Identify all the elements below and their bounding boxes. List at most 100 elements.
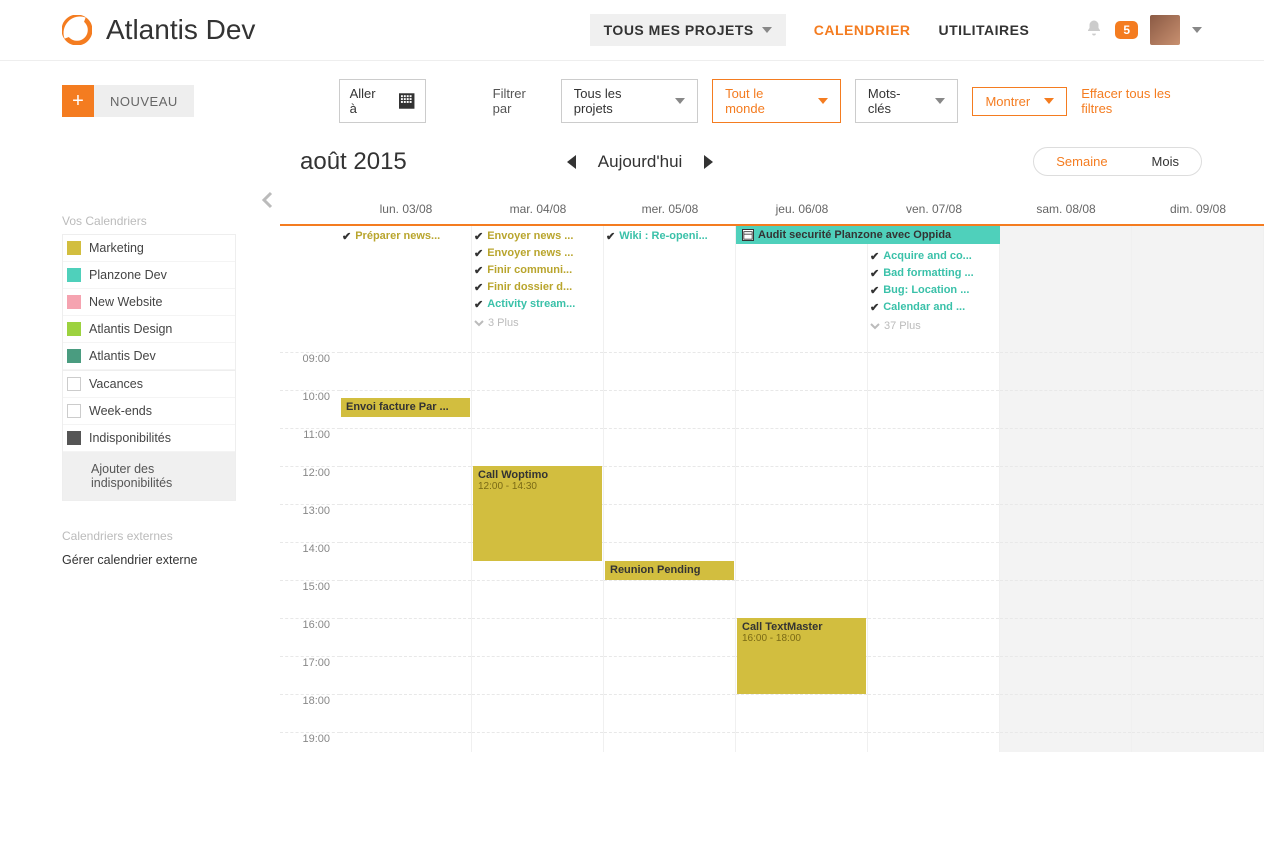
calendar-event[interactable]: Call Woptimo12:00 - 14:30	[473, 466, 602, 561]
day-header: lun. 03/08	[340, 194, 472, 224]
avatar[interactable]	[1150, 15, 1180, 45]
time-label: 12:00	[280, 466, 340, 504]
sidebar-item-label: Marketing	[89, 241, 144, 255]
calendar-subbar: août 2015 Aujourd'hui Semaine Mois	[0, 141, 1264, 194]
allday-task[interactable]: ✔Préparer news...	[342, 228, 469, 245]
allday-cell[interactable]: ✔Acquire and co...✔Bad formatting ...✔Bu…	[868, 226, 1000, 352]
swatch-icon	[67, 377, 81, 391]
sidebar-item-weekends[interactable]: Week-ends	[63, 398, 235, 425]
allday-task[interactable]: ✔Envoyer news ...	[474, 245, 601, 262]
external-calendars-section: Calendriers externes Gérer calendrier ex…	[62, 529, 236, 571]
allday-task[interactable]: ✔Bad formatting ...	[870, 265, 997, 282]
bell-icon[interactable]	[1085, 19, 1103, 42]
check-icon: ✔	[474, 281, 483, 294]
external-calendars-title: Calendriers externes	[62, 529, 236, 543]
allday-task[interactable]: ✔Bug: Location ...	[870, 282, 997, 299]
add-unavailability-button[interactable]: Ajouter des indisponibilités	[63, 452, 235, 500]
time-column[interactable]	[868, 352, 1000, 752]
swatch-icon	[67, 349, 81, 363]
today-button[interactable]: Aujourd'hui	[598, 152, 683, 172]
calendar-options: Vacances Week-ends Indisponibilités Ajou…	[62, 371, 236, 501]
sidebar-item-calendar[interactable]: New Website	[63, 289, 235, 316]
event-title: Reunion Pending	[610, 564, 729, 576]
view-week[interactable]: Semaine	[1034, 148, 1129, 175]
time-column[interactable]: Call Woptimo12:00 - 14:30	[472, 352, 604, 752]
time-label: 11:00	[280, 428, 340, 466]
view-month[interactable]: Mois	[1130, 148, 1201, 175]
swatch-icon	[67, 241, 81, 255]
nav-calendar[interactable]: CALENDRIER	[814, 22, 911, 38]
allday-cell[interactable]	[736, 226, 868, 352]
filter-people[interactable]: Tout le monde	[712, 79, 841, 123]
chevron-down-icon	[762, 27, 772, 33]
filter-people-label: Tout le monde	[725, 86, 804, 116]
time-column[interactable]	[1132, 352, 1264, 752]
allday-task[interactable]: ✔ Finir dossier d...	[474, 279, 601, 296]
nav-projects[interactable]: TOUS MES PROJETS	[590, 14, 786, 46]
day-header: jeu. 06/08	[736, 194, 868, 224]
manage-external-link[interactable]: Gérer calendrier externe	[62, 549, 236, 571]
calendar-icon	[742, 229, 754, 241]
sidebar-item-calendar[interactable]: Planzone Dev	[63, 262, 235, 289]
time-column[interactable]: Call TextMaster16:00 - 18:00	[736, 352, 868, 752]
next-week-icon[interactable]	[704, 155, 713, 169]
sidebar-item-calendar[interactable]: Atlantis Dev	[63, 343, 235, 370]
time-column[interactable]: Reunion Pending	[604, 352, 736, 752]
chevron-down-icon[interactable]	[1192, 27, 1202, 33]
allday-task[interactable]: ✔ Envoyer news ...	[474, 228, 601, 245]
notification-badge[interactable]: 5	[1115, 21, 1138, 39]
time-column[interactable]: Envoi facture Par ...	[340, 352, 472, 752]
time-grid[interactable]: 09:0010:0011:0012:0013:0014:0015:0016:00…	[280, 352, 1264, 752]
calendar-event[interactable]: Reunion Pending	[605, 561, 734, 580]
calendar-event[interactable]: Envoi facture Par ...	[341, 398, 470, 417]
month-title: août 2015	[300, 148, 407, 176]
task-label: Envoyer news ...	[487, 230, 573, 242]
toolbar: + NOUVEAU Aller à Filtrer par Tous les p…	[0, 61, 1264, 141]
allday-cols: ✔Préparer news...✔Envoyer news ...✔Envoy…	[340, 226, 1264, 352]
check-icon: ✔	[870, 301, 879, 314]
allday-cell[interactable]: ✔Envoyer news ...✔Envoyer news ...✔Finir…	[472, 226, 604, 352]
allday-event-bar[interactable]: Audit securité Planzone avec Oppida	[736, 226, 1000, 244]
plus-icon: +	[62, 85, 94, 117]
sidebar-item-label: Planzone Dev	[89, 268, 167, 282]
allday-cell[interactable]	[1000, 226, 1132, 352]
sidebar: Vos Calendriers MarketingPlanzone DevNew…	[0, 194, 236, 752]
show-more-tasks[interactable]: 37 Plus	[870, 316, 997, 332]
task-label: Finir dossier d...	[487, 281, 572, 293]
show-more-tasks[interactable]: 3 Plus	[474, 313, 601, 329]
goto-date[interactable]: Aller à	[339, 79, 426, 123]
clear-filters-link[interactable]: Effacer tous les filtres	[1081, 86, 1202, 116]
allday-task[interactable]: ✔Finir communi...	[474, 262, 601, 279]
check-icon: ✔	[870, 267, 879, 280]
nav-utilities[interactable]: UTILITAIRES	[939, 22, 1030, 38]
date-picker-icon	[399, 93, 414, 109]
sidebar-item-vacations[interactable]: Vacances	[63, 371, 235, 398]
calendar-event[interactable]: Call TextMaster16:00 - 18:00	[737, 618, 866, 694]
allday-area: ✔Préparer news...✔Envoyer news ...✔Envoy…	[280, 226, 1264, 352]
time-label: 10:00	[280, 390, 340, 428]
check-icon: ✔	[474, 230, 483, 243]
day-header: dim. 09/08	[1132, 194, 1264, 224]
top-icons: 5	[1085, 15, 1202, 45]
sidebar-item-calendar[interactable]: Atlantis Design	[63, 316, 235, 343]
filter-show[interactable]: Montrer	[972, 87, 1067, 116]
allday-task[interactable]: ✔Acquire and co...	[870, 248, 997, 265]
filter-by-label: Filtrer par	[493, 86, 547, 116]
prev-week-icon[interactable]	[567, 155, 576, 169]
allday-task[interactable]: ✔Calendar and ...	[870, 299, 997, 316]
new-button[interactable]: + NOUVEAU	[62, 85, 194, 117]
time-column[interactable]	[1000, 352, 1132, 752]
filter-keywords[interactable]: Mots-clés	[855, 79, 959, 123]
filter-projects[interactable]: Tous les projets	[561, 79, 698, 123]
collapse-sidebar-icon[interactable]	[260, 190, 274, 213]
calendar-list[interactable]: MarketingPlanzone DevNew WebsiteAtlantis…	[62, 234, 236, 371]
allday-cell[interactable]	[1132, 226, 1264, 352]
allday-cell[interactable]: ✔Wiki : Re-openi...	[604, 226, 736, 352]
check-icon: ✔	[870, 250, 879, 263]
sidebar-item-calendar[interactable]: Marketing	[63, 235, 235, 262]
allday-cell[interactable]: ✔Préparer news...	[340, 226, 472, 352]
allday-task[interactable]: ✔Activity stream...	[474, 296, 601, 313]
logo-icon	[62, 15, 92, 45]
allday-task[interactable]: ✔Wiki : Re-openi...	[606, 228, 733, 245]
sidebar-item-unavailable[interactable]: Indisponibilités	[63, 425, 235, 452]
